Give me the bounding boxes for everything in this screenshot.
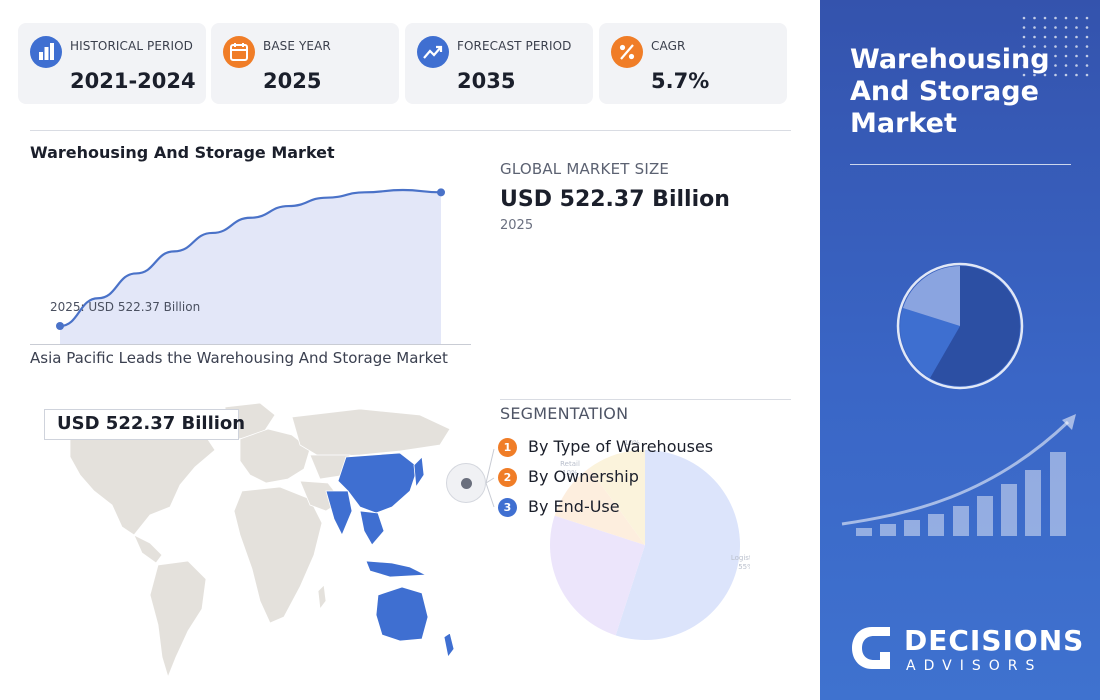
panel-title: Warehousing And Storage Market [850,44,1050,139]
grid-dot [1085,54,1089,58]
grid-dot [1085,64,1089,67]
divider [500,399,791,400]
segment-label: By Type of Warehouses [528,437,714,456]
chart-area-fill [60,190,441,344]
pie-slice-value: 55% [738,563,750,571]
stat-value: 2035 [457,69,516,93]
stat-label: HISTORICAL PERIOD [70,39,194,53]
india-region [325,490,353,536]
russia-region [291,408,451,458]
segment-label: By End-Use [528,497,620,516]
map-value-badge-text: USD 522.37 Billion [57,413,246,434]
japan-region [413,456,425,489]
grid-dot [1043,16,1047,20]
chart-annotation: 2025: USD 522.37 Billion [50,300,200,314]
pie-slice-label: Logistics [731,554,750,562]
new-zealand-region [443,632,455,658]
grid-dot [1033,26,1036,29]
stat-value: 5.7% [651,69,710,93]
decorative-pie-icon [896,262,1024,390]
grid-dot [1085,73,1089,77]
chart-point [56,322,64,330]
grid-dot [1085,16,1089,20]
segment-number: 1 [498,438,517,457]
stat-label: FORECAST PERIOD [457,39,572,53]
grid-dot [1064,35,1068,39]
map-value-badge: USD 522.37 Billion [44,409,245,440]
south-america-region [149,560,207,679]
grid-dot [1085,26,1089,29]
grid-dot [1043,26,1047,29]
grid-dot [1022,26,1026,29]
stat-card-historical-period: HISTORICAL PERIOD 2021-2024 [18,23,206,104]
panel-divider [850,164,1071,165]
chart-point [437,188,445,197]
grid-dot [1054,35,1057,39]
calendar-icon [223,36,255,68]
stat-label: BASE YEAR [263,39,331,53]
zoom-lens-dot [461,478,472,489]
connector-line [485,477,495,484]
divider [30,130,791,131]
trend-up-icon [417,36,449,68]
stat-label: CAGR [651,39,686,53]
southeast-asia-region [359,510,385,546]
connector-line [485,448,495,484]
africa-region [233,486,323,624]
segmentation-title: SEGMENTATION [500,404,629,423]
grid-dot [1075,35,1078,39]
segment-label: By Ownership [528,467,639,486]
grid-dot [1043,35,1047,39]
decisions-advisors-logo-icon [852,627,890,669]
grid-dot [1033,35,1036,39]
stat-value: 2021-2024 [70,69,196,93]
market-size-label: GLOBAL MARKET SIZE [500,160,670,178]
stats-row: HISTORICAL PERIOD 2021-2024 BASE YEAR 20… [18,23,790,104]
market-size-value: USD 522.37 Billion [500,187,730,212]
madagascar-region [317,584,327,611]
grid-dot [1085,45,1089,48]
segment-number: 3 [498,498,517,517]
stat-card-base-year: BASE YEAR 2025 [211,23,399,104]
grid-dot [1022,35,1026,39]
grid-dot [1033,16,1036,20]
region-caption: Asia Pacific Leads the Warehousing And S… [30,349,448,367]
brand-panel: Warehousing And Storage Market DECISIONS… [820,0,1100,700]
australia-region [375,586,429,642]
market-size-chart: 2025: USD 522.37 Billion [30,188,471,345]
bar-chart-icon [30,36,62,68]
grid-dot [1022,16,1026,20]
growth-chart-decoration [841,414,1076,536]
percent-icon [611,36,643,68]
grid-dot [1054,16,1057,20]
central-america-region [133,534,163,564]
grid-dot [1054,26,1057,29]
indonesia-region [365,560,428,578]
grid-dot [1085,35,1089,39]
logo-wordmark: DECISIONS [904,624,1085,657]
stat-value: 2025 [263,69,322,93]
stat-card-forecast-period: FORECAST PERIOD 2035 [405,23,593,104]
grid-dot [1075,26,1078,29]
chart-title: Warehousing And Storage Market [30,143,335,162]
stat-card-cagr: CAGR 5.7% [599,23,787,104]
zoom-lens [446,463,486,503]
grid-dot [1064,16,1068,20]
connector-line [485,482,495,508]
logo-subtitle: ADVISORS [906,658,1043,674]
segment-number: 2 [498,468,517,487]
market-size-year: 2025 [500,218,534,233]
grid-dot [1064,26,1068,29]
grid-dot [1075,16,1078,20]
